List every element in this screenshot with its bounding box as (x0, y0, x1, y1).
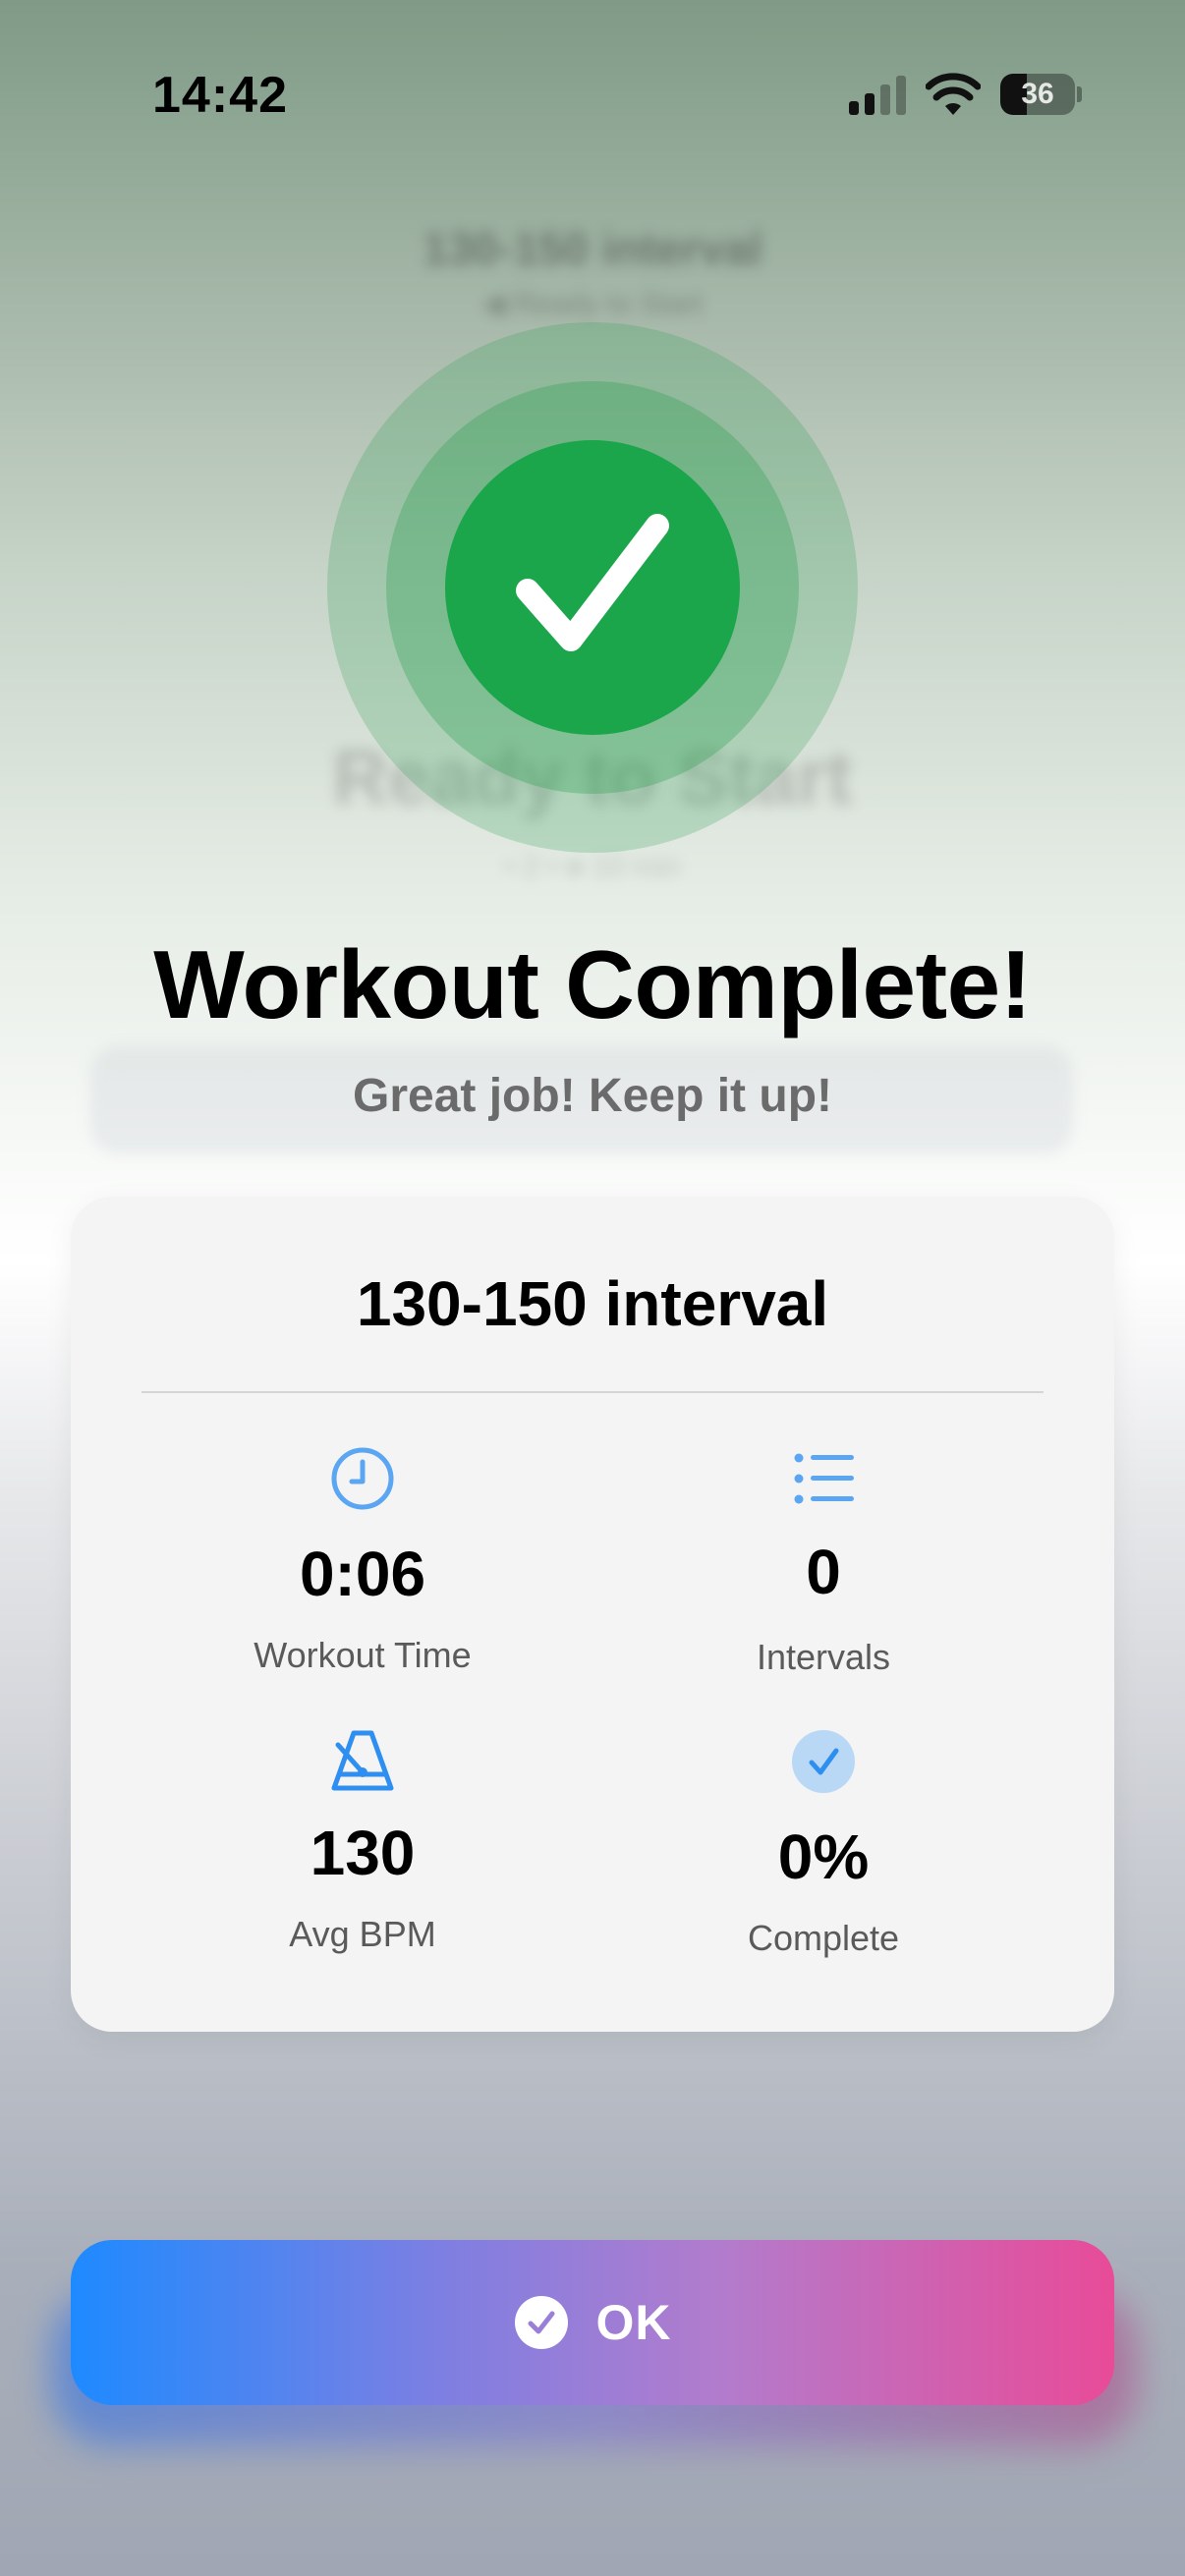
workout-name: 130-150 interval (356, 1268, 829, 1339)
cellular-signal-icon (849, 76, 906, 115)
success-badge (327, 322, 858, 853)
checkmark-icon (516, 514, 669, 651)
completion-headline: Workout Complete! (153, 930, 1032, 1038)
background-title: 130-150 interval (423, 223, 762, 274)
stat-label: Workout Time (254, 1635, 472, 1675)
stat-value: 0% (777, 1821, 870, 1892)
checkmark-circle-icon (514, 2296, 568, 2349)
stat-workout-time: 0:06 Workout Time (137, 1444, 589, 1676)
ok-button-label: OK (595, 2295, 672, 2350)
status-time: 14:42 (152, 67, 288, 124)
stat-label: Intervals (756, 1637, 891, 1677)
stat-intervals: 0 Intervals (597, 1444, 1049, 1678)
stat-value: 130 (310, 1818, 416, 1888)
stat-complete: 0% Complete (597, 1727, 1049, 1959)
ok-button[interactable]: OK (71, 2240, 1114, 2405)
list-icon (794, 1453, 854, 1504)
background-subtitle: ◀ Ready to Start (482, 288, 703, 320)
stat-label: Avg BPM (289, 1914, 436, 1954)
checkmark-circle-icon (792, 1730, 855, 1793)
stat-label: Complete (747, 1918, 900, 1958)
stat-value: 0 (806, 1537, 841, 1607)
stat-avg-bpm: 130 Avg BPM (137, 1727, 589, 1955)
completion-subline: Great job! Keep it up! (352, 1070, 832, 1122)
stat-value: 0:06 (299, 1539, 426, 1609)
background-meta: • 2 • ● 10 min (504, 851, 681, 883)
workout-summary-card: 130-150 interval 0:06 Workout Time 0 Int… (71, 1197, 1114, 2032)
clock-icon (331, 1447, 394, 1510)
metronome-icon (331, 1730, 394, 1791)
battery-icon: 36 (1000, 74, 1082, 115)
wifi-icon (926, 73, 981, 115)
divider (141, 1391, 1044, 1393)
status-bar: 14:42 36 (0, 0, 1185, 187)
battery-percent: 36 (1021, 78, 1054, 110)
